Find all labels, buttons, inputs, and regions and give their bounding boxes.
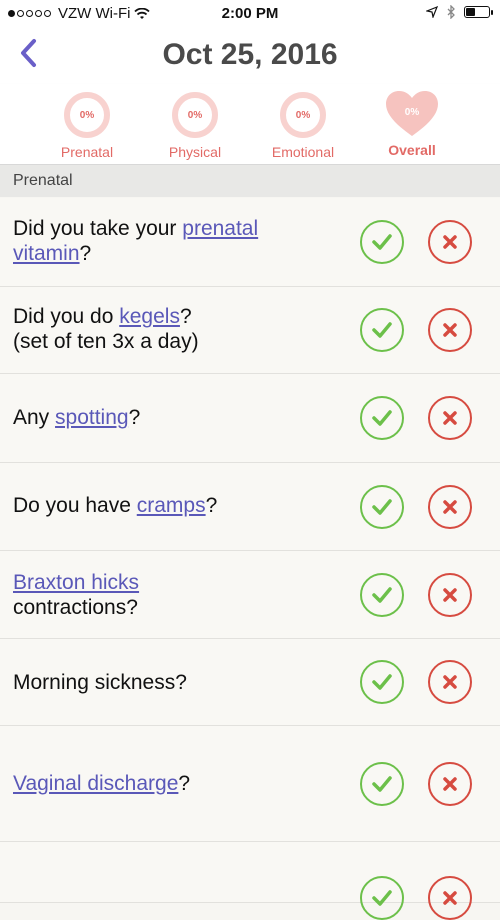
question-suffix: ?	[128, 406, 141, 429]
no-button[interactable]	[428, 308, 472, 352]
question-row: Vaginal discharge?	[0, 726, 500, 842]
question-suffix: ?	[178, 772, 191, 795]
yes-button[interactable]	[360, 573, 404, 617]
question-text: Did you do kegels? (set of ten 3x a day)	[13, 304, 333, 354]
no-button[interactable]	[428, 876, 472, 920]
section-header: Prenatal	[0, 165, 500, 197]
x-icon	[443, 235, 457, 249]
progress-summary: 0% Prenatal 0% Physical 0% Emotional 0% …	[0, 84, 500, 165]
section-title: Prenatal	[13, 172, 73, 189]
progress-ring: 0%	[280, 92, 326, 138]
check-icon	[372, 674, 392, 690]
yes-button[interactable]	[360, 308, 404, 352]
no-button[interactable]	[428, 220, 472, 264]
overall-value: 0%	[404, 107, 420, 118]
check-icon	[372, 499, 392, 515]
yes-button[interactable]	[360, 762, 404, 806]
yes-button[interactable]	[360, 220, 404, 264]
x-icon	[443, 500, 457, 514]
question-prefix: Any	[13, 406, 56, 429]
check-icon	[372, 234, 392, 250]
no-button[interactable]	[428, 573, 472, 617]
question-text: Did you take your prenatal vitamin?	[13, 216, 333, 266]
progress-label: Physical	[168, 144, 222, 160]
progress-ring: 0%	[172, 92, 218, 138]
x-icon	[443, 411, 457, 425]
yes-button[interactable]	[360, 485, 404, 529]
progress-label: Prenatal	[60, 144, 114, 160]
question-row	[0, 842, 500, 920]
progress-emotional[interactable]: 0% Emotional	[253, 92, 353, 160]
question-link[interactable]: Braxton hicks	[13, 571, 139, 594]
x-icon	[443, 675, 457, 689]
question-row: Did you do kegels? (set of ten 3x a day)	[0, 287, 500, 374]
progress-prenatal[interactable]: 0% Prenatal	[37, 92, 137, 160]
x-icon	[443, 323, 457, 337]
progress-label: Overall	[388, 142, 436, 158]
bluetooth-icon	[447, 5, 455, 19]
question-text: Braxton hicks contractions?	[13, 570, 333, 620]
x-icon	[443, 588, 457, 602]
question-row: Braxton hicks contractions?	[0, 551, 500, 639]
progress-label: Emotional	[271, 144, 335, 160]
question-second-line: (set of ten 3x a day)	[13, 330, 199, 353]
question-prefix: Morning sickness?	[13, 671, 187, 694]
check-icon	[372, 322, 392, 338]
yes-button[interactable]	[360, 660, 404, 704]
heart-icon: 0%	[385, 90, 439, 138]
status-time: 2:00 PM	[221, 5, 279, 22]
question-prefix: Did you do	[13, 305, 120, 328]
nav-header: Oct 25, 2016	[0, 28, 500, 84]
page-title: Oct 25, 2016	[162, 38, 338, 71]
check-icon	[372, 410, 392, 426]
question-link[interactable]: Vaginal discharge	[13, 772, 178, 795]
question-text: Any spotting?	[13, 405, 333, 430]
x-icon	[443, 777, 457, 791]
question-second-line: contractions?	[13, 596, 138, 619]
location-arrow-icon	[426, 6, 438, 18]
battery-icon	[464, 6, 493, 18]
question-row: Any spotting?	[0, 374, 500, 463]
no-button[interactable]	[428, 485, 472, 529]
yes-button[interactable]	[360, 396, 404, 440]
check-icon	[372, 890, 392, 906]
question-suffix: ?	[179, 305, 192, 328]
progress-ring: 0%	[64, 92, 110, 138]
question-suffix: ?	[79, 242, 92, 265]
question-prefix: Did you take your	[13, 217, 183, 240]
question-link[interactable]: spotting	[55, 406, 129, 429]
question-suffix: ?	[205, 494, 218, 517]
question-text: Do you have cramps?	[13, 493, 333, 518]
status-bar: VZW Wi-Fi 2:00 PM	[0, 0, 500, 28]
progress-physical[interactable]: 0% Physical	[145, 92, 245, 160]
question-row: Do you have cramps?	[0, 463, 500, 551]
check-icon	[372, 776, 392, 792]
question-text: Morning sickness?	[13, 670, 333, 695]
question-prefix: Do you have	[13, 494, 137, 517]
no-button[interactable]	[428, 396, 472, 440]
check-icon	[372, 587, 392, 603]
yes-button[interactable]	[360, 876, 404, 920]
question-text: Vaginal discharge?	[13, 771, 333, 796]
question-row: Morning sickness?	[0, 639, 500, 726]
no-button[interactable]	[428, 762, 472, 806]
question-row: Did you take your prenatal vitamin?	[0, 198, 500, 287]
question-link[interactable]: cramps	[137, 494, 206, 517]
no-button[interactable]	[428, 660, 472, 704]
progress-overall[interactable]: 0% Overall	[362, 90, 462, 158]
x-icon	[443, 891, 457, 905]
question-link[interactable]: kegels	[119, 305, 180, 328]
